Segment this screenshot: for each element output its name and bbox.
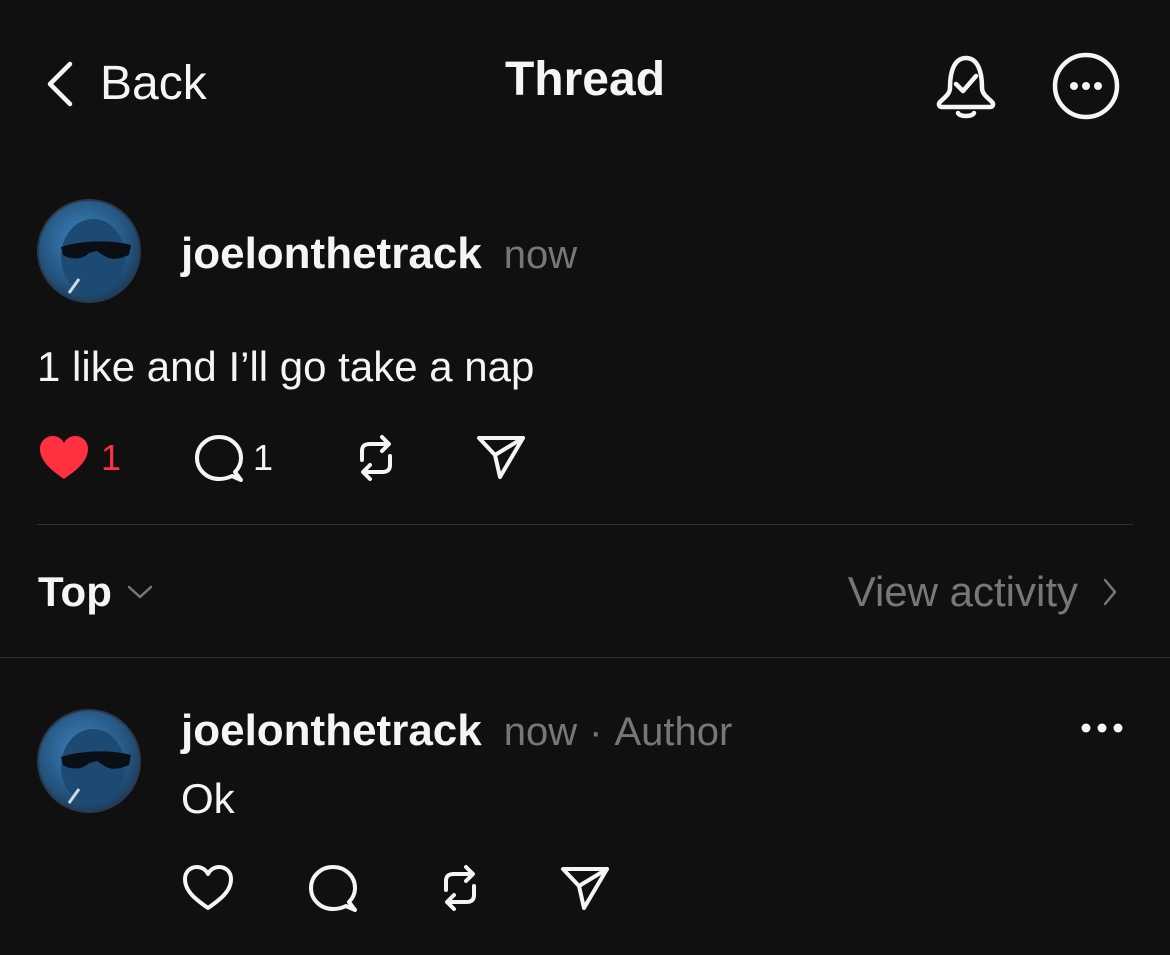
reply-time: now (503, 710, 578, 754)
reply-more-icon[interactable] (1080, 718, 1124, 738)
heart-outline-icon[interactable] (181, 864, 235, 912)
repost-icon[interactable] (436, 864, 484, 912)
share-send-icon[interactable] (476, 434, 526, 480)
divider (0, 657, 1170, 658)
page-title: Thread (504, 53, 666, 106)
like-button[interactable]: 1 (37, 434, 121, 482)
chevron-right-icon (1102, 576, 1118, 608)
back-button[interactable]: Back (44, 52, 207, 116)
view-activity-link[interactable]: View activity (848, 571, 1118, 613)
author-badge: Author (614, 710, 733, 754)
reply-button[interactable]: 1 (195, 434, 273, 482)
post-time: now (503, 233, 578, 277)
share-send-icon[interactable] (560, 865, 610, 911)
reply-count: 1 (253, 437, 274, 478)
comment-icon[interactable] (309, 864, 357, 912)
post-username[interactable]: joelonthetrack (181, 232, 482, 276)
more-circle-icon[interactable] (1050, 50, 1122, 122)
sort-dropdown[interactable]: Top (38, 571, 154, 613)
avatar[interactable] (37, 709, 141, 813)
divider (37, 524, 1133, 525)
reply-username[interactable]: joelonthetrack (181, 709, 482, 753)
heart-filled-icon (37, 434, 91, 482)
like-count: 1 (101, 437, 122, 478)
back-label: Back (100, 57, 207, 110)
chevron-down-icon (126, 583, 154, 601)
chevron-left-icon (44, 60, 74, 108)
sort-label: Top (38, 568, 112, 615)
bell-check-icon[interactable] (932, 50, 1000, 120)
view-activity-label: View activity (847, 568, 1078, 615)
repost-icon[interactable] (352, 434, 400, 482)
comment-icon (195, 434, 243, 482)
avatar[interactable] (37, 199, 141, 303)
meta-separator: · (589, 710, 603, 754)
reply-text: Ok (181, 775, 235, 822)
post-text: 1 like and I’ll go take a nap (37, 343, 535, 390)
